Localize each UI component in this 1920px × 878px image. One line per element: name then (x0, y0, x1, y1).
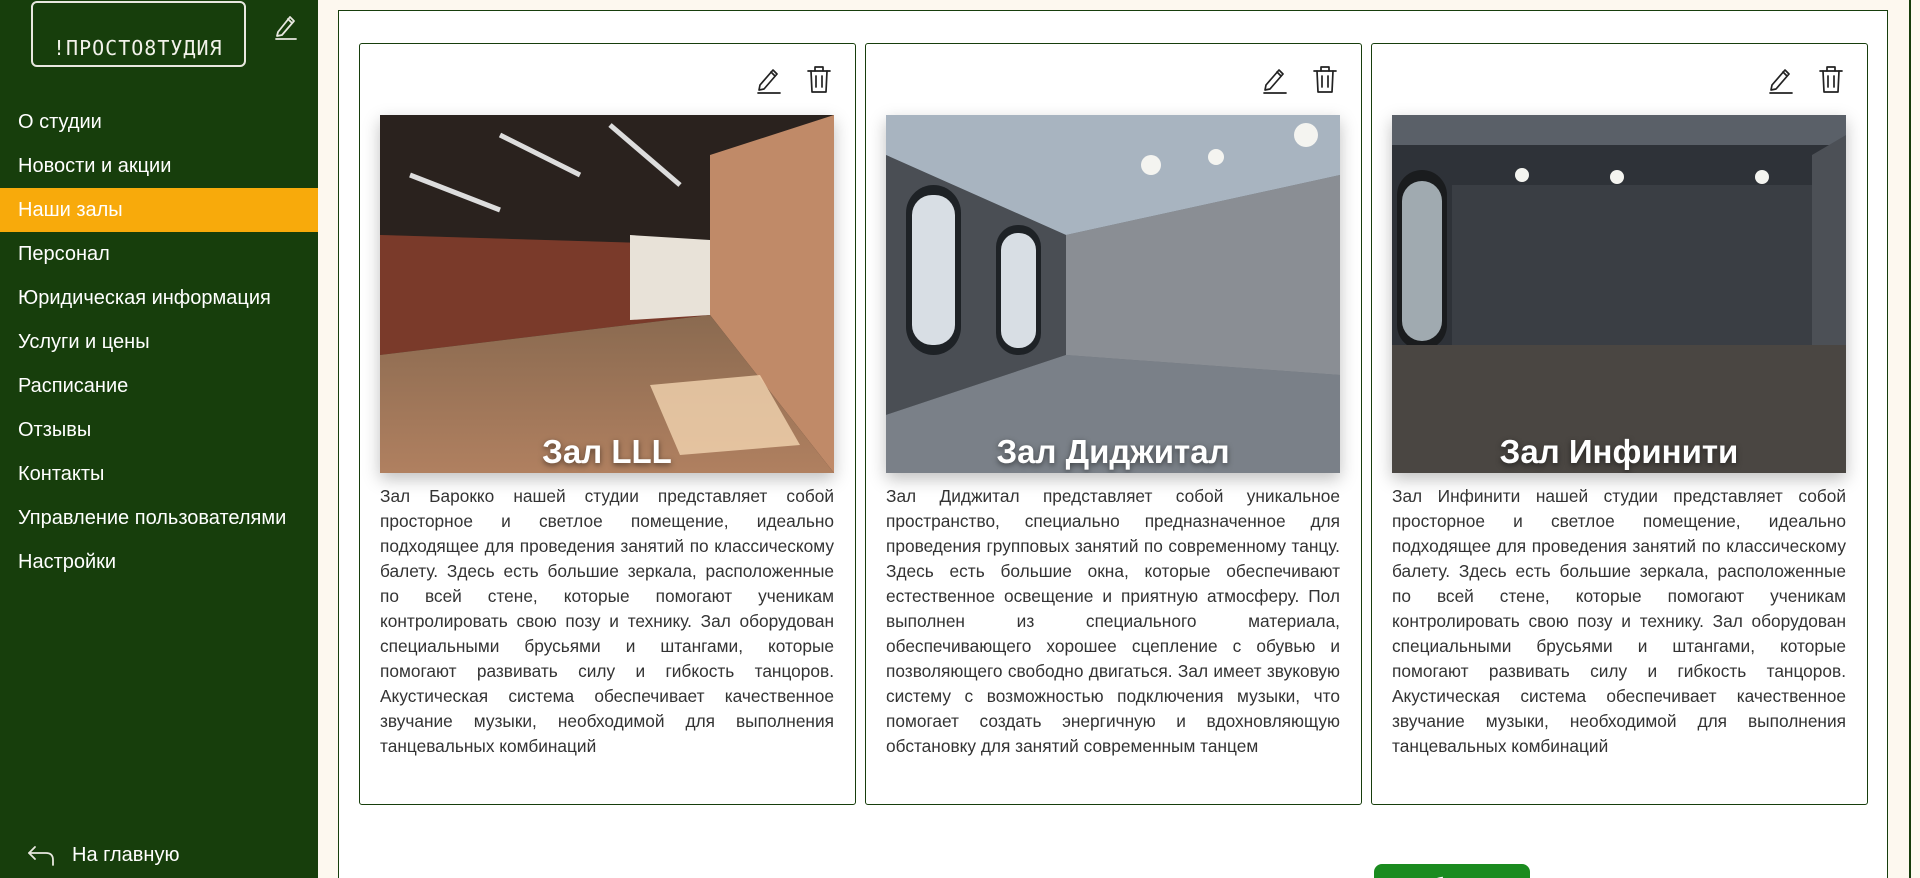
halls-panel: Зал LLL Зал Барокко нашей студии предста… (338, 10, 1888, 878)
pencil-icon[interactable] (1261, 64, 1289, 94)
hall-title: Зал LLL (542, 433, 672, 470)
nav-item-reviews[interactable]: Отзывы (0, 408, 318, 452)
back-arrow-icon (28, 846, 54, 866)
logo[interactable]: !ПРОСТО8ТУДИЯ (31, 1, 246, 67)
trash-icon[interactable] (1817, 64, 1845, 94)
nav-item-news[interactable]: Новости и акции (0, 144, 318, 188)
nav-item-about[interactable]: О студии (0, 100, 318, 144)
home-link[interactable]: На главную (26, 838, 179, 872)
hall-photo: Зал Инфинити (1392, 115, 1846, 473)
hall-description: Зал Диджитал представляет собой уникальн… (886, 486, 1340, 756)
nav-item-legal[interactable]: Юридическая информация (0, 276, 318, 320)
edit-logo-pencil-icon[interactable] (273, 12, 299, 40)
hall-photo: Зал Диджитал (886, 115, 1340, 473)
scrollbar[interactable] (1909, 0, 1911, 878)
sidebar-nav: О студии Новости и акции Наши залы Персо… (0, 100, 318, 584)
nav-item-schedule[interactable]: Расписание (0, 364, 318, 408)
hall-card: Зал Диджитал Зал Диджитал представляет с… (865, 43, 1362, 805)
hall-title: Зал Инфинити (1499, 433, 1739, 470)
add-hall-button[interactable]: Добавить (1374, 864, 1530, 878)
hall-card: Зал Инфинити Зал Инфинити нашей студии п… (1371, 43, 1868, 805)
sidebar: !ПРОСТО8ТУДИЯ О студии Новости и акции Н… (0, 0, 318, 878)
trash-icon[interactable] (805, 64, 833, 94)
hall-card: Зал LLL Зал Барокко нашей студии предста… (359, 43, 856, 805)
hall-title: Зал Диджитал (996, 433, 1230, 470)
nav-item-settings[interactable]: Настройки (0, 540, 318, 584)
hall-description: Зал Инфинити нашей студии представляет с… (1392, 486, 1846, 756)
nav-item-halls[interactable]: Наши залы (0, 188, 318, 232)
home-link-label: На главную (72, 843, 180, 866)
trash-icon[interactable] (1311, 64, 1339, 94)
hall-description: Зал Барокко нашей студии представляет со… (380, 486, 834, 756)
logo-text: !ПРОСТО8ТУДИЯ (53, 36, 223, 60)
pencil-icon[interactable] (1767, 64, 1795, 94)
nav-item-contacts[interactable]: Контакты (0, 452, 318, 496)
scrollbar-track[interactable] (1890, 0, 1920, 878)
nav-item-users[interactable]: Управление пользователями (0, 496, 318, 540)
nav-item-services[interactable]: Услуги и цены (0, 320, 318, 364)
hall-photo: Зал LLL (380, 115, 834, 473)
nav-item-staff[interactable]: Персонал (0, 232, 318, 276)
pencil-icon[interactable] (755, 64, 783, 94)
